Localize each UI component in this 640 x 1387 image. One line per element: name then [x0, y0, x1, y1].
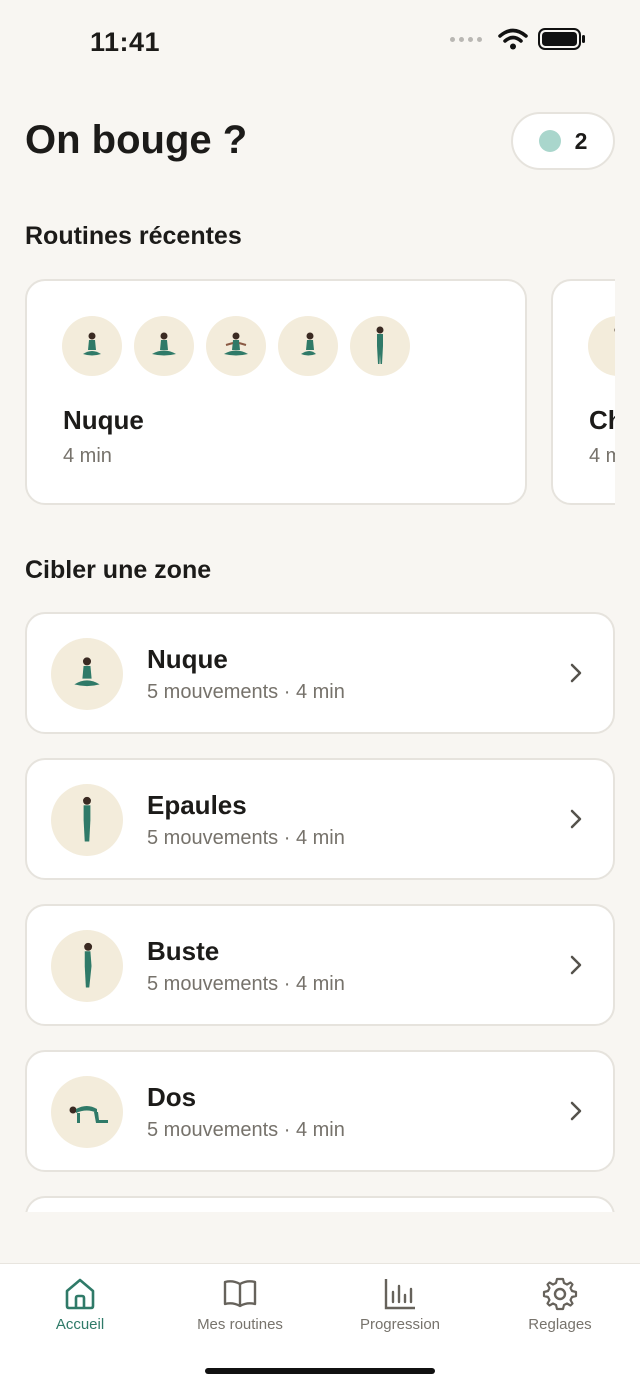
- coin-icon: [538, 130, 561, 152]
- signal-icon: [450, 36, 482, 42]
- side-standing-pose-icon: [51, 930, 123, 1002]
- zone-row-epaules[interactable]: Epaules 5 mouvements · 4 min: [25, 758, 615, 880]
- tab-label: Accueil: [55, 1316, 105, 1333]
- page-title: On bouge ?: [25, 118, 248, 162]
- header: On bouge ? 2: [25, 112, 615, 172]
- tab-label: Progression: [359, 1316, 441, 1333]
- kneeling-pose-icon: [278, 316, 338, 376]
- zone-name: Buste: [147, 936, 220, 966]
- zone-name: Dos: [147, 1082, 197, 1112]
- standing-pose-icon: [350, 316, 410, 376]
- chevron-right-icon: [570, 809, 582, 829]
- tab-progression[interactable]: Progression: [320, 1276, 480, 1356]
- seated-pose-icon: [51, 638, 123, 710]
- coin-badge[interactable]: 2: [511, 112, 615, 170]
- zone-meta: 5 mouvements · 4 min: [147, 681, 345, 703]
- recent-routine-thumbs: [62, 316, 410, 376]
- standing-pose-icon: [588, 316, 615, 376]
- zone-row-partial[interactable]: [25, 1196, 615, 1212]
- zone-name: Epaules: [147, 790, 247, 820]
- status-icons: [450, 28, 586, 50]
- gear-icon: [542, 1277, 578, 1311]
- recent-routine-thumbs: [588, 316, 615, 376]
- status-bar: 11:41: [0, 0, 640, 90]
- tab-label: Mes routines: [197, 1316, 283, 1333]
- zone-row-dos[interactable]: Dos 5 mouvements · 4 min: [25, 1050, 615, 1172]
- recent-routines-carousel[interactable]: Nuque 4 min Ch 4 m: [25, 279, 615, 505]
- recent-routine-duration: 4 min: [63, 445, 112, 467]
- meditation-pose-icon: [206, 316, 266, 376]
- tab-mes-routines[interactable]: Mes routines: [160, 1276, 320, 1356]
- zone-meta: 5 mouvements · 4 min: [147, 973, 345, 995]
- tabletop-pose-icon: [51, 1076, 123, 1148]
- zone-meta: 5 mouvements · 4 min: [147, 1119, 345, 1141]
- zones-section-title: Cibler une zone: [25, 556, 212, 584]
- recent-routine-name: Nuque: [63, 405, 144, 435]
- recent-routine-duration: 4 m: [589, 445, 615, 467]
- tab-reglages[interactable]: Reglages: [480, 1276, 640, 1356]
- recent-routine-card[interactable]: Ch 4 m: [551, 279, 615, 505]
- book-icon: [223, 1280, 257, 1308]
- status-time: 11:41: [90, 27, 161, 57]
- zone-name: Nuque: [147, 644, 228, 674]
- seated-pose-icon: [62, 316, 122, 376]
- wifi-icon: [498, 28, 528, 50]
- coin-count: 2: [574, 127, 588, 154]
- cross-legged-pose-icon: [134, 316, 194, 376]
- bar-chart-icon: [384, 1279, 415, 1310]
- tab-accueil[interactable]: Accueil: [0, 1276, 160, 1356]
- zone-list: Nuque 5 mouvements · 4 min Epaules 5 mou…: [25, 612, 615, 1212]
- recent-routine-card[interactable]: Nuque 4 min: [25, 279, 527, 505]
- home-icon: [65, 1278, 95, 1310]
- home-indicator: [205, 1368, 435, 1374]
- chevron-right-icon: [570, 663, 582, 683]
- zone-row-buste[interactable]: Buste 5 mouvements · 4 min: [25, 904, 615, 1026]
- recent-section-title: Routines récentes: [25, 222, 242, 250]
- zone-meta: 5 mouvements · 4 min: [147, 827, 345, 849]
- standing-pose-icon: [51, 784, 123, 856]
- battery-icon: [538, 28, 585, 50]
- recent-routine-name: Ch: [589, 405, 615, 435]
- chevron-right-icon: [570, 1101, 582, 1121]
- chevron-right-icon: [570, 955, 582, 975]
- zone-row-nuque[interactable]: Nuque 5 mouvements · 4 min: [25, 612, 615, 734]
- tab-label: Reglages: [528, 1316, 592, 1333]
